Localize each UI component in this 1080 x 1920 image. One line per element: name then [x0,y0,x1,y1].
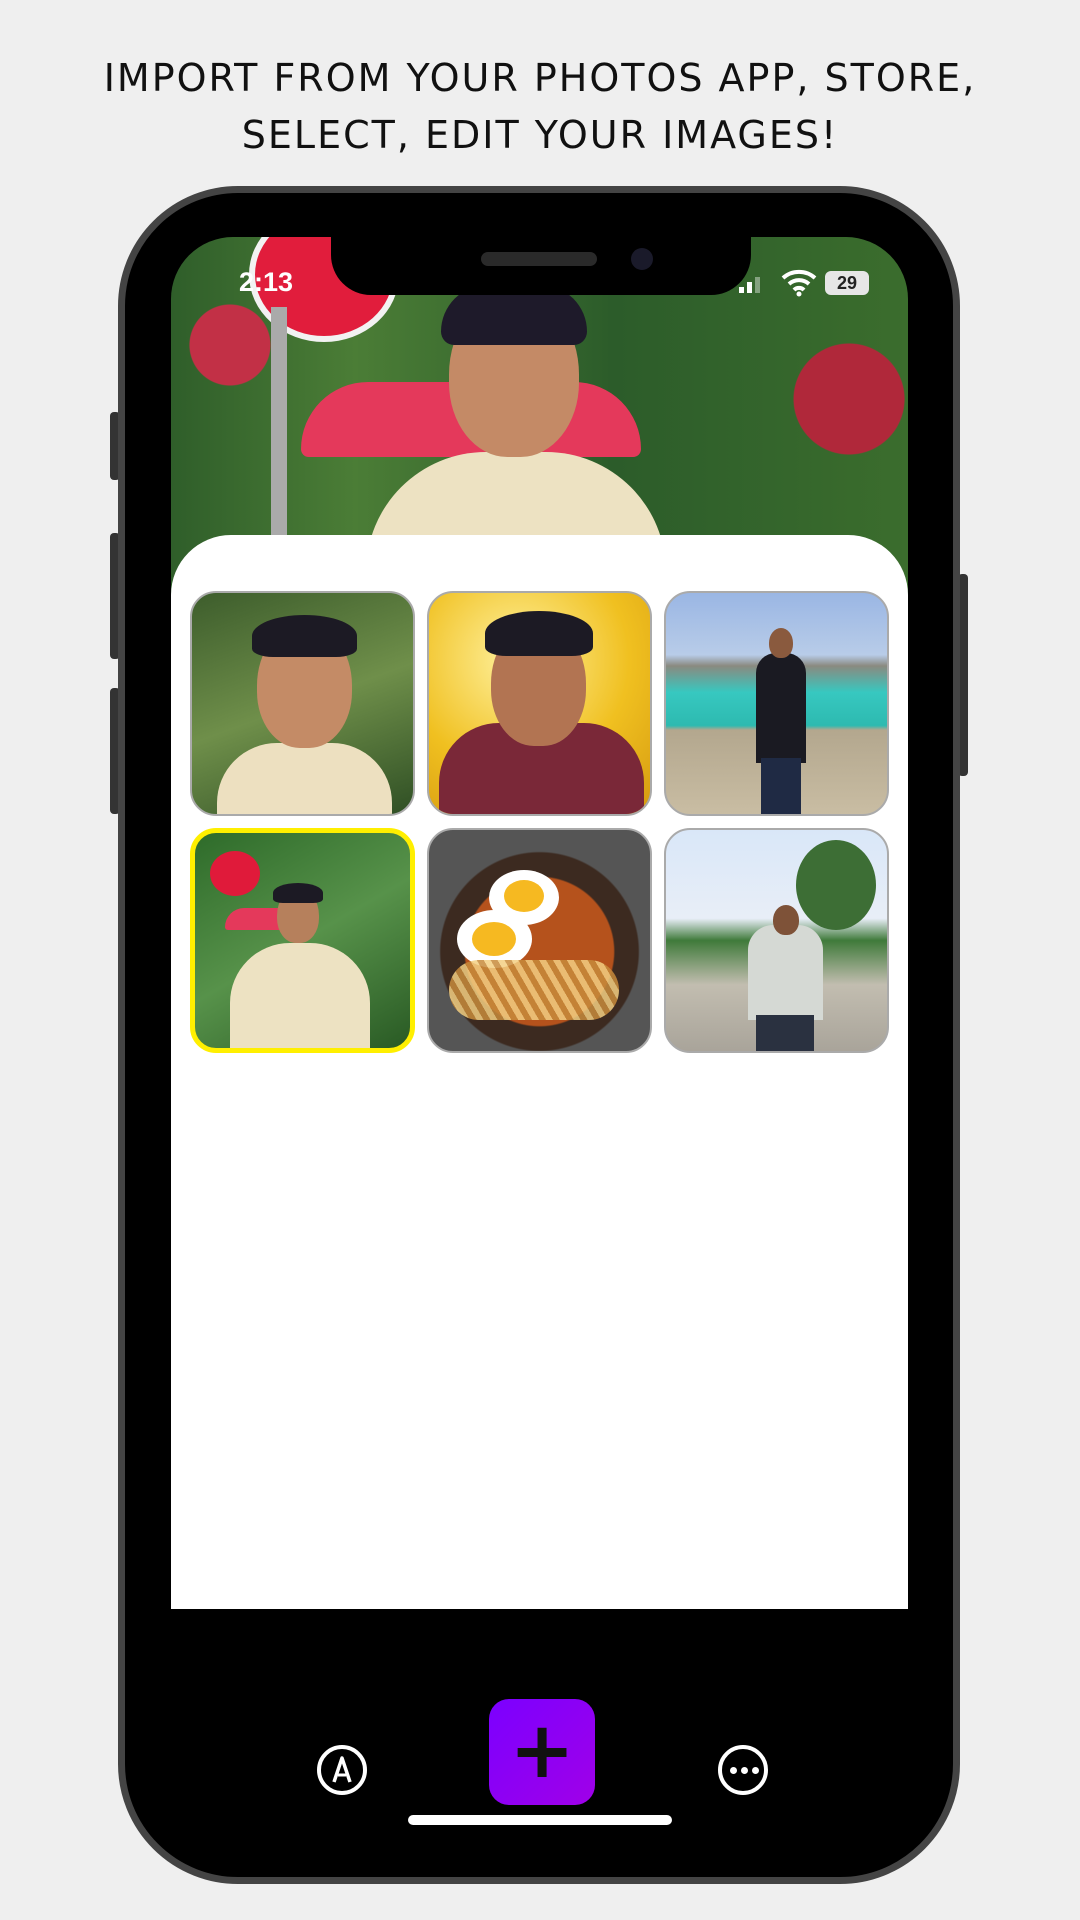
gallery-sheet [171,535,908,1609]
speaker-grille [481,252,597,266]
photo-tile-2[interactable] [427,591,652,816]
tab-bar: + [171,1609,908,1835]
photo-grid [190,591,890,1053]
add-button[interactable]: + [489,1699,595,1805]
photo-tile-5[interactable] [427,828,652,1053]
photo-tile-6[interactable] [664,828,889,1053]
headline: IMPORT FROM YOUR PHOTOS APP, STORE, SELE… [0,50,1080,164]
more-icon[interactable] [718,1745,768,1795]
photo-tile-3[interactable] [664,591,889,816]
notch [331,237,751,295]
battery-icon: 29 [825,271,869,295]
pen-icon [332,1756,352,1783]
home-indicator[interactable] [408,1815,672,1825]
photo-tile-4[interactable] [190,828,415,1053]
status-time: 2:13 [239,267,294,297]
wifi-icon [781,269,817,297]
front-camera [631,248,653,270]
signal-icon [739,275,761,293]
headline-line-2: SELECT, EDIT YOUR IMAGES! [241,113,839,157]
draw-icon[interactable] [317,1745,367,1795]
more-dots [730,1767,759,1775]
headline-line-1: IMPORT FROM YOUR PHOTOS APP, STORE, [103,56,977,100]
phone-screen: 2:13 29 + [171,237,908,1835]
photo-tile-1[interactable] [190,591,415,816]
